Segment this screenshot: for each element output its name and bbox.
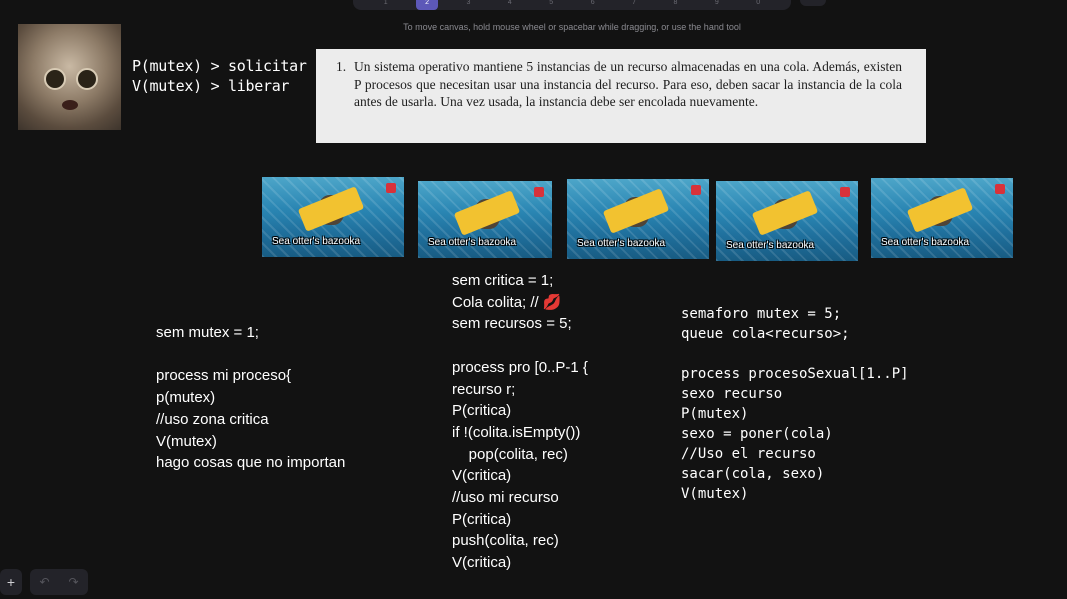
code-line: process procesoSexual[1..P] — [681, 366, 909, 382]
tool-8[interactable]: 8 — [664, 0, 686, 10]
problem-text: Un sistema operativo mantiene 5 instanci… — [354, 59, 902, 109]
code-line: //uso zona critica — [156, 410, 269, 428]
code-line: sacar(cola, sexo) — [681, 466, 825, 482]
code-block-critica[interactable]: sem critica = 1; Cola colita; // 💋 sem r… — [452, 270, 588, 574]
otter-caption: Sea otter's bazooka — [726, 240, 815, 251]
code-line: sexo recurso — [681, 386, 783, 402]
cat-image[interactable] — [18, 24, 121, 130]
note-line-2: V(mutex) > liberar — [132, 77, 290, 95]
library-button[interactable] — [800, 0, 826, 6]
code-line: p(mutex) — [156, 389, 216, 407]
code-line: //Uso el recurso — [681, 446, 816, 462]
code-line: P(critica) — [452, 402, 512, 420]
tool-9[interactable]: 9 — [706, 0, 728, 10]
code-line: V(mutex) — [681, 486, 749, 502]
tool-7[interactable]: 7 — [623, 0, 645, 10]
note-line-1: P(mutex) > solicitar — [132, 57, 307, 75]
semaphore-notes[interactable]: P(mutex) > solicitar V(mutex) > liberar — [132, 56, 307, 96]
canvas-hint: To move canvas, hold mouse wheel or spac… — [403, 22, 741, 32]
code-line: V(critica) — [452, 467, 512, 485]
code-line: sem mutex = 1; — [156, 324, 259, 341]
code-line: queue cola<recurso>; — [681, 326, 850, 342]
cat-mouth — [62, 100, 78, 110]
undo-icon[interactable]: ↶ — [39, 575, 49, 589]
code-line: P(mutex) — [681, 406, 749, 422]
tool-0[interactable]: 0 — [747, 0, 769, 10]
channel-logo-icon — [534, 187, 544, 197]
code-block-semaforo[interactable]: semaforo mutex = 5; queue cola<recurso>;… — [681, 304, 909, 504]
code-line: if !(colita.isEmpty()) — [452, 423, 581, 441]
otter-caption: Sea otter's bazooka — [577, 238, 666, 249]
tool-2[interactable]: 2 — [416, 0, 439, 10]
code-line: sem recursos = 5; — [452, 315, 572, 333]
problem-number: 1. — [336, 59, 347, 74]
code-line: sexo = poner(cola) — [681, 426, 833, 442]
otter-image-2[interactable]: Sea otter's bazooka — [418, 181, 552, 258]
channel-logo-icon — [691, 185, 701, 195]
otter-caption: Sea otter's bazooka — [881, 237, 970, 248]
otter-image-4[interactable]: Sea otter's bazooka — [716, 181, 858, 261]
channel-logo-icon — [386, 183, 396, 193]
otter-image-1[interactable]: Sea otter's bazooka — [262, 177, 404, 257]
code-line: process pro [0..P-1 { — [452, 358, 588, 376]
code-line: recurso r; — [452, 380, 516, 398]
code-line: semaforo mutex = 5; — [681, 306, 842, 322]
tool-5[interactable]: 5 — [540, 0, 562, 10]
top-toolbar: 1 2 3 4 5 6 7 8 9 0 — [353, 0, 791, 10]
otter-caption: Sea otter's bazooka — [428, 237, 517, 248]
tool-6[interactable]: 6 — [582, 0, 604, 10]
code-line: pop(colita, rec) — [452, 445, 568, 463]
code-line: push(colita, rec) — [452, 532, 559, 550]
cat-eye-right — [76, 68, 98, 90]
otter-caption: Sea otter's bazooka — [272, 236, 361, 247]
code-line: //uso mi recurso — [452, 489, 559, 507]
code-block-mutex[interactable]: sem mutex = 1; process mi proceso{ p(mut… — [156, 322, 345, 474]
undo-redo-group: ↶ ↷ — [30, 569, 88, 595]
tool-4[interactable]: 4 — [499, 0, 521, 10]
redo-icon[interactable]: ↷ — [68, 575, 78, 589]
tool-3[interactable]: 3 — [457, 0, 479, 10]
channel-logo-icon — [995, 184, 1005, 194]
code-line: process mi proceso{ — [156, 367, 292, 385]
problem-statement-image[interactable]: 1. Un sistema operativo mantiene 5 insta… — [316, 49, 926, 143]
code-line: Cola colita; // 💋 — [452, 293, 562, 311]
cat-eye-left — [44, 68, 66, 90]
code-line: hago cosas que no importan — [156, 454, 346, 472]
code-line: P(critica) — [452, 510, 512, 528]
zoom-add-button[interactable]: + — [0, 569, 22, 595]
otter-image-3[interactable]: Sea otter's bazooka — [567, 179, 709, 259]
channel-logo-icon — [840, 187, 850, 197]
code-line: V(critica) — [452, 554, 512, 572]
code-line: V(mutex) — [156, 432, 217, 450]
code-line: sem critica = 1; — [452, 272, 554, 289]
tool-1[interactable]: 1 — [375, 0, 397, 10]
bottom-controls: + ↶ ↷ — [0, 569, 88, 595]
otter-image-5[interactable]: Sea otter's bazooka — [871, 178, 1013, 258]
